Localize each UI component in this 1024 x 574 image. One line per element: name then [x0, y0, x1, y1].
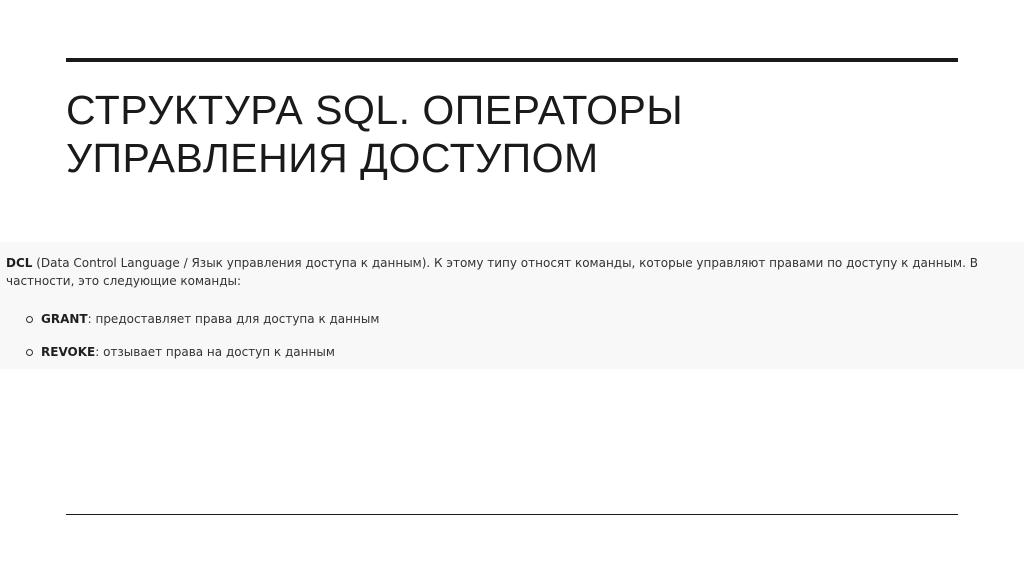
dcl-excerpt: DCL (Data Control Language / Язык управл… [0, 242, 1024, 369]
dcl-term: DCL [6, 256, 33, 270]
dcl-intro-paragraph: DCL (Data Control Language / Язык управл… [6, 254, 1016, 290]
command-name-revoke: REVOKE [41, 345, 96, 359]
list-item-revoke: REVOKE: отзывает права на доступ к данны… [26, 343, 379, 361]
command-description-revoke: : отзывает права на доступ к данным [95, 345, 335, 359]
dcl-command-list: GRANT: предоставляет права для доступа к… [26, 310, 379, 376]
circle-bullet-icon [26, 349, 33, 356]
bottom-divider [66, 514, 958, 515]
slide-title: СТРУКТУРА SQL. ОПЕРАТОРЫ УПРАВЛЕНИЯ ДОСТ… [66, 86, 946, 182]
command-description-grant: : предоставляет права для доступа к данн… [87, 312, 380, 326]
dcl-intro-text: (Data Control Language / Язык управления… [6, 256, 978, 288]
command-name-grant: GRANT [41, 312, 88, 326]
slide-title-line-1: СТРУКТУРА SQL. ОПЕРАТОРЫ [66, 87, 684, 133]
top-divider [66, 58, 958, 62]
list-item-grant: GRANT: предоставляет права для доступа к… [26, 310, 379, 328]
slide-title-line-2: УПРАВЛЕНИЯ ДОСТУПОМ [66, 135, 599, 181]
circle-bullet-icon [26, 316, 33, 323]
